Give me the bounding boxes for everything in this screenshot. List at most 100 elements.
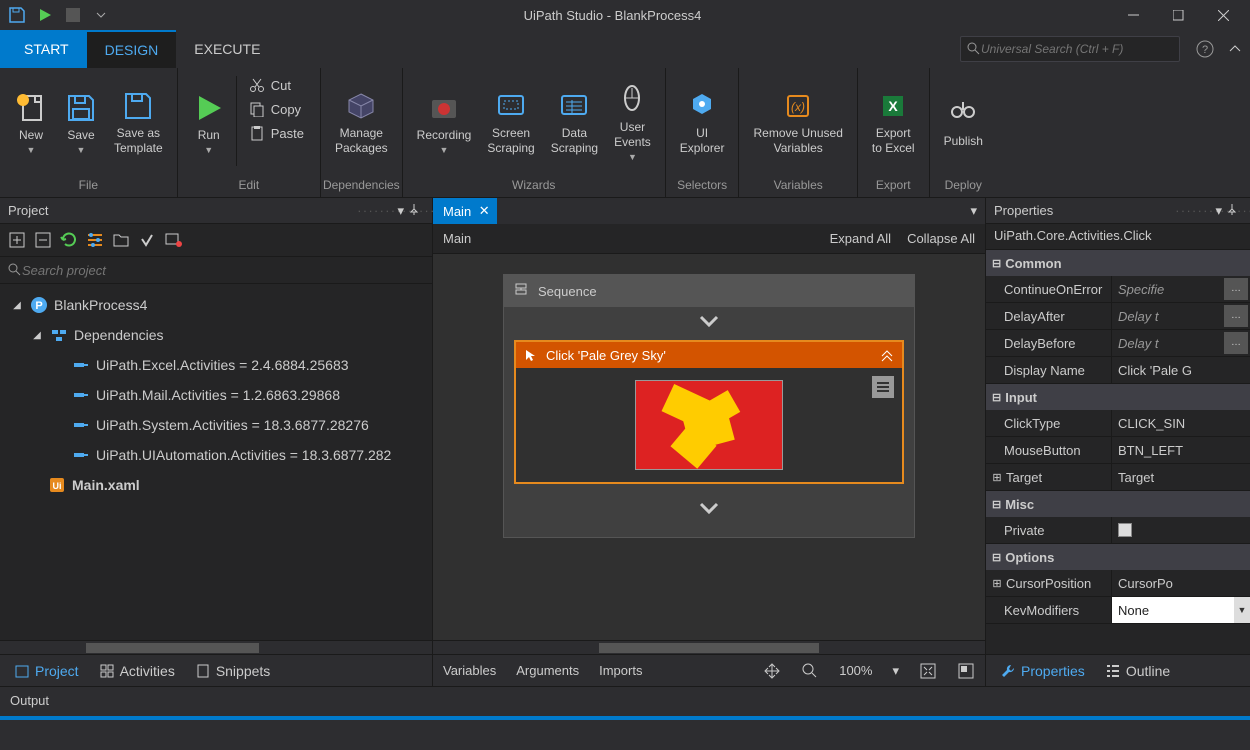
tab-project[interactable]: Project bbox=[6, 659, 87, 683]
tab-snippets[interactable]: Snippets bbox=[187, 659, 278, 683]
tab-design[interactable]: DESIGN bbox=[87, 30, 177, 68]
copy-button[interactable]: Copy bbox=[243, 98, 310, 120]
qat-dropdown-icon[interactable] bbox=[88, 2, 114, 28]
private-checkbox[interactable] bbox=[1118, 523, 1132, 537]
ui-explorer-button[interactable]: UI Explorer bbox=[672, 72, 733, 174]
screen-scraping-button[interactable]: Screen Scraping bbox=[479, 72, 542, 174]
workflow-designer[interactable]: Sequence Click 'Pale Grey Sky' bbox=[433, 254, 985, 640]
close-tab-icon[interactable]: ✕ bbox=[477, 203, 491, 219]
export-excel-button[interactable]: XExport to Excel bbox=[864, 72, 923, 174]
dependency-node[interactable]: UiPath.Mail.Activities = 1.2.6863.29868 bbox=[0, 380, 432, 410]
ellipsis-icon[interactable]: … bbox=[1224, 305, 1248, 327]
qat-run-icon[interactable] bbox=[32, 2, 58, 28]
prop-private[interactable]: Private bbox=[986, 517, 1250, 544]
data-scraping-button[interactable]: Data Scraping bbox=[543, 72, 606, 174]
tab-outline[interactable]: Outline bbox=[1097, 659, 1178, 683]
auto-hide-icon[interactable]: ▾ bbox=[397, 203, 404, 219]
prop-display-name[interactable]: Display NameClick 'Pale G bbox=[986, 357, 1250, 384]
publish-button[interactable]: Publish bbox=[936, 72, 991, 174]
collapse-all-icon[interactable] bbox=[34, 231, 52, 249]
qat-stop-icon[interactable] bbox=[60, 2, 86, 28]
universal-search-input[interactable] bbox=[981, 42, 1173, 56]
drop-indicator[interactable] bbox=[504, 494, 914, 527]
horizontal-scrollbar[interactable] bbox=[0, 640, 432, 654]
horizontal-scrollbar[interactable] bbox=[433, 640, 985, 654]
new-button[interactable]: New▼ bbox=[6, 72, 56, 174]
paste-button[interactable]: Paste bbox=[243, 122, 310, 144]
fit-to-screen-icon[interactable] bbox=[919, 662, 937, 680]
close-icon[interactable] bbox=[1201, 0, 1246, 30]
prop-category-common[interactable]: ⊟Common bbox=[986, 250, 1250, 276]
save-as-template-button[interactable]: Save as Template bbox=[106, 72, 171, 174]
tab-properties[interactable]: Properties bbox=[992, 659, 1093, 683]
pin-icon[interactable] bbox=[1226, 203, 1242, 218]
variables-tab[interactable]: Variables bbox=[443, 663, 496, 678]
recording-button[interactable]: Recording▼ bbox=[409, 72, 480, 174]
ellipsis-icon[interactable]: … bbox=[1224, 278, 1248, 300]
prop-category-misc[interactable]: ⊟Misc bbox=[986, 491, 1250, 517]
minimize-icon[interactable] bbox=[1111, 0, 1156, 30]
collapse-icon[interactable] bbox=[880, 348, 894, 362]
sequence-activity[interactable]: Sequence Click 'Pale Grey Sky' bbox=[503, 274, 915, 538]
prop-category-options[interactable]: ⊟Options bbox=[986, 544, 1250, 570]
collapse-all-link[interactable]: Collapse All bbox=[907, 231, 975, 246]
help-icon[interactable]: ? bbox=[1190, 30, 1220, 68]
run-button[interactable]: Run▼ bbox=[184, 72, 234, 174]
dependency-node[interactable]: UiPath.System.Activities = 18.3.6877.282… bbox=[0, 410, 432, 440]
save-button[interactable]: Save▼ bbox=[56, 72, 106, 174]
arguments-tab[interactable]: Arguments bbox=[516, 663, 579, 678]
universal-search[interactable] bbox=[960, 36, 1180, 62]
zoom-icon[interactable] bbox=[801, 662, 819, 680]
chevron-down-icon[interactable]: ▼ bbox=[1234, 597, 1250, 623]
dependency-node[interactable]: UiPath.UIAutomation.Activities = 18.3.68… bbox=[0, 440, 432, 470]
chevron-down-icon: ▼ bbox=[77, 145, 86, 155]
collapse-ribbon-icon[interactable] bbox=[1220, 30, 1250, 68]
zoom-level[interactable]: 100% bbox=[839, 663, 872, 678]
prop-continue-on-error[interactable]: ContinueOnErrorSpecifie… bbox=[986, 276, 1250, 303]
prop-delay-after[interactable]: DelayAfterDelay t… bbox=[986, 303, 1250, 330]
document-tab[interactable]: Main✕ bbox=[433, 198, 497, 224]
main-xaml-node[interactable]: UiMain.xaml bbox=[0, 470, 432, 500]
tab-start[interactable]: START bbox=[6, 30, 87, 68]
expand-all-link[interactable]: Expand All bbox=[830, 231, 891, 246]
overview-icon[interactable] bbox=[957, 662, 975, 680]
target-screenshot[interactable] bbox=[635, 380, 783, 470]
drop-indicator[interactable] bbox=[504, 307, 914, 340]
auto-hide-icon[interactable]: ▾ bbox=[1215, 203, 1222, 219]
refresh-icon[interactable] bbox=[60, 231, 78, 249]
cut-button[interactable]: Cut bbox=[243, 74, 310, 96]
open-folder-icon[interactable] bbox=[112, 231, 130, 249]
project-search-input[interactable] bbox=[22, 263, 424, 278]
prop-cursor-position[interactable]: ⊞CursorPositionCursorPo bbox=[986, 570, 1250, 597]
remove-unused-vars-button[interactable]: (x)Remove Unused Variables bbox=[745, 72, 850, 174]
user-events-button[interactable]: User Events▼ bbox=[606, 72, 659, 174]
pin-icon[interactable] bbox=[408, 203, 424, 218]
project-settings-icon[interactable] bbox=[86, 231, 104, 249]
click-activity[interactable]: Click 'Pale Grey Sky' bbox=[514, 340, 904, 484]
breadcrumb[interactable]: Main bbox=[443, 231, 814, 246]
activity-menu-icon[interactable] bbox=[872, 376, 894, 398]
dependencies-node[interactable]: ◢Dependencies bbox=[0, 320, 432, 350]
qat-save-icon[interactable] bbox=[4, 2, 30, 28]
imports-tab[interactable]: Imports bbox=[599, 663, 642, 678]
remove-unused-icon[interactable] bbox=[138, 231, 156, 249]
prop-delay-before[interactable]: DelayBeforeDelay t… bbox=[986, 330, 1250, 357]
prop-mouse-button[interactable]: MouseButtonBTN_LEFT bbox=[986, 437, 1250, 464]
expand-all-icon[interactable] bbox=[8, 231, 26, 249]
maximize-icon[interactable] bbox=[1156, 0, 1201, 30]
pan-icon[interactable] bbox=[763, 662, 781, 680]
prop-key-modifiers[interactable]: KevModifiersNone▼ bbox=[986, 597, 1250, 624]
prop-target[interactable]: ⊞TargetTarget bbox=[986, 464, 1250, 491]
output-panel-tab[interactable]: Output bbox=[0, 686, 1250, 716]
ellipsis-icon[interactable]: … bbox=[1224, 332, 1248, 354]
dependency-node[interactable]: UiPath.Excel.Activities = 2.4.6884.25683 bbox=[0, 350, 432, 380]
tab-execute[interactable]: EXECUTE bbox=[176, 30, 278, 68]
manage-packages-button[interactable]: Manage Packages bbox=[327, 72, 396, 174]
tab-activities[interactable]: Activities bbox=[91, 659, 183, 683]
zoom-dropdown-icon[interactable]: ▾ bbox=[892, 663, 899, 679]
document-tab-dropdown[interactable]: ▾ bbox=[962, 203, 985, 219]
prop-click-type[interactable]: ClickTypeCLICK_SIN bbox=[986, 410, 1250, 437]
project-root-node[interactable]: ◢PBlankProcess4 bbox=[0, 290, 432, 320]
file-explorer-icon[interactable] bbox=[164, 231, 182, 249]
prop-category-input[interactable]: ⊟Input bbox=[986, 384, 1250, 410]
